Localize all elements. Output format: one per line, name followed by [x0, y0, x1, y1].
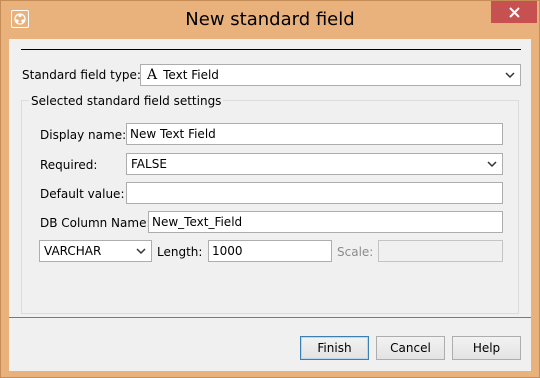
- title-bar[interactable]: New standard field: [1, 1, 539, 39]
- length-label: Length:: [157, 245, 203, 259]
- top-separator: [21, 49, 521, 50]
- required-label: Required:: [40, 158, 98, 172]
- dialog-window: New standard field Standard field type: …: [0, 0, 540, 378]
- default-value-label: Default value:: [40, 187, 125, 201]
- scale-label: Scale:: [337, 245, 374, 259]
- dialog-content: Standard field type: A Text Field Select…: [9, 39, 531, 371]
- scale-field: [378, 240, 503, 262]
- length-field[interactable]: 1000: [208, 240, 332, 262]
- db-column-label: DB Column Name:: [40, 216, 151, 230]
- chevron-down-icon: [136, 248, 146, 255]
- display-name-label: Display name:: [40, 128, 127, 142]
- display-name-field[interactable]: New Text Field: [126, 123, 503, 145]
- close-button[interactable]: [491, 1, 537, 23]
- required-value: FALSE: [131, 157, 167, 171]
- default-value-field[interactable]: [126, 182, 503, 204]
- close-icon: [508, 6, 520, 18]
- field-type-value: Text Field: [163, 68, 219, 82]
- cancel-button[interactable]: Cancel: [376, 336, 445, 360]
- db-column-field[interactable]: New_Text_Field: [148, 211, 503, 233]
- chevron-down-icon: [505, 72, 515, 79]
- text-field-icon: A: [147, 67, 158, 83]
- field-type-dropdown[interactable]: A Text Field: [140, 64, 521, 86]
- required-dropdown[interactable]: FALSE: [126, 153, 503, 175]
- chevron-down-icon: [487, 161, 497, 168]
- field-type-label: Standard field type:: [22, 68, 141, 82]
- data-type-value: VARCHAR: [44, 244, 102, 258]
- help-button[interactable]: Help: [452, 336, 521, 360]
- bottom-separator: [9, 317, 531, 318]
- window-title: New standard field: [185, 9, 355, 30]
- finish-button[interactable]: Finish: [300, 336, 369, 360]
- settings-group-title: Selected standard field settings: [29, 94, 224, 108]
- data-type-dropdown[interactable]: VARCHAR: [39, 240, 152, 262]
